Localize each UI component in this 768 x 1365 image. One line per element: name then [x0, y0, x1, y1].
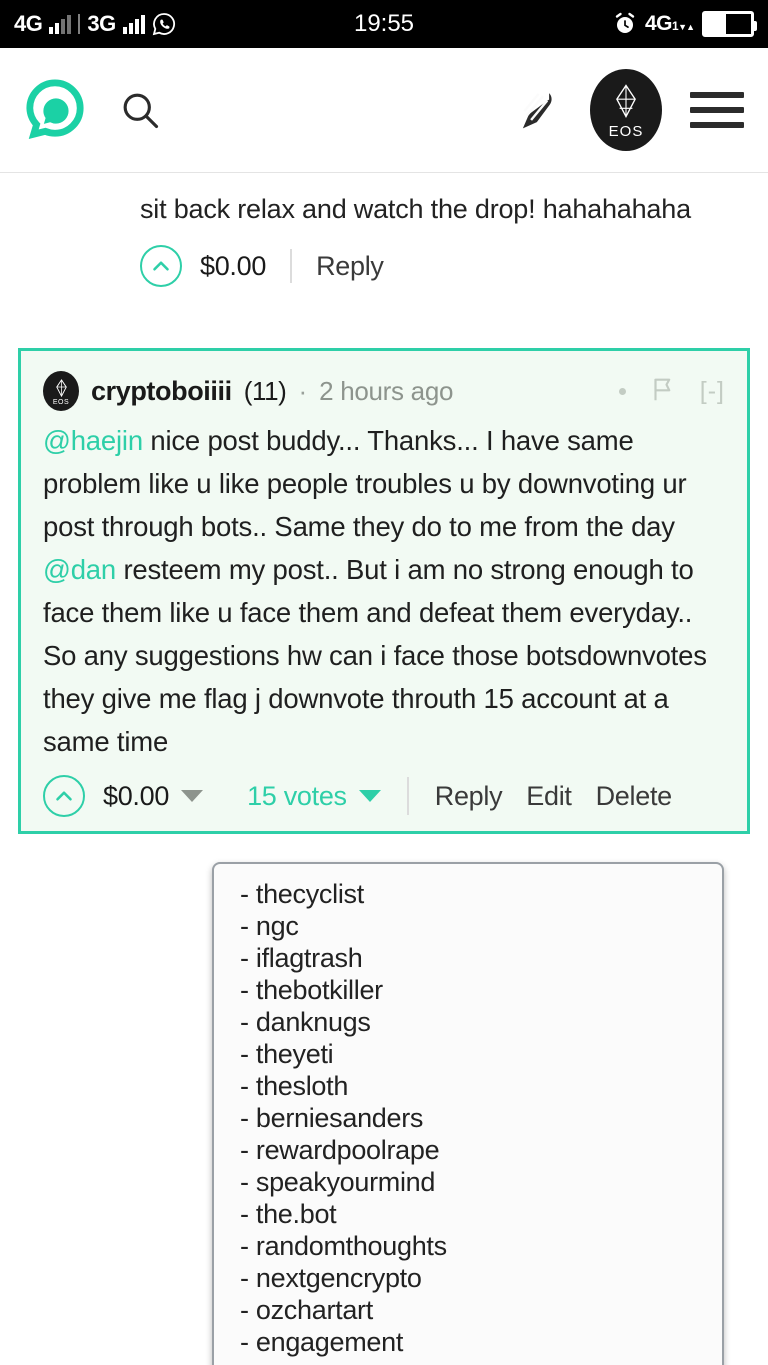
voter-list-item: - nextgencrypto	[240, 1263, 422, 1293]
comment-delete-button[interactable]: Delete	[596, 781, 673, 812]
voter-list-item: - speakyourmind	[240, 1167, 436, 1197]
upvote-arrow-icon[interactable]	[140, 245, 182, 288]
comment-timestamp[interactable]: 2 hours ago	[319, 376, 453, 407]
action-divider	[406, 777, 409, 815]
comment-author-name[interactable]: cryptoboiiii	[91, 376, 232, 407]
voter-list-item: - the.bot	[240, 1199, 337, 1229]
status-bar-right: 4G 1 ▼▲	[613, 11, 757, 37]
payout-dropdown[interactable]: $0.00	[85, 780, 204, 812]
bullet-dot-icon	[618, 387, 626, 395]
comment-card: EOS cryptoboiiii (11) · 2 hours ago [-] …	[18, 348, 750, 834]
previous-comment: sit back relax and watch the drop! hahah…	[0, 173, 768, 288]
status-bar: 4G 3G 19:55 4G 1 ▼▲	[0, 0, 768, 48]
voter-list-item: - berniesanders	[240, 1103, 424, 1133]
voter-list-item: - ozchartart	[240, 1295, 373, 1325]
voter-list-item: - rewardpoolrape	[240, 1135, 440, 1165]
avatar[interactable]: EOS	[590, 69, 662, 151]
collapse-toggle[interactable]: [-]	[700, 377, 725, 406]
comment-edit-button[interactable]: Edit	[526, 781, 572, 812]
voter-list-item: - iflagtrash	[240, 943, 363, 973]
previous-comment-actions: $0.00 Reply	[140, 245, 744, 288]
battery-icon	[702, 11, 757, 37]
action-divider	[290, 249, 293, 284]
mention-link-dan[interactable]: @dan	[43, 554, 116, 585]
header-separator: ·	[298, 375, 308, 406]
signal-bars-1-icon	[49, 14, 72, 34]
chevron-down-icon	[181, 790, 204, 802]
data-transfer-icon: ▼▲	[678, 22, 695, 32]
pencil-icon[interactable]	[514, 86, 562, 134]
previous-comment-body: sit back relax and watch the drop! hahah…	[140, 194, 691, 224]
comment-author-avatar[interactable]: EOS	[43, 371, 79, 411]
previous-comment-reply-button[interactable]: Reply	[316, 251, 384, 282]
signal-bars-2-icon	[122, 14, 145, 34]
voter-list-item: - randomthoughts	[240, 1231, 447, 1261]
comment-body: @haejin nice post buddy... Thanks... I h…	[43, 419, 725, 763]
chevron-down-icon	[358, 790, 381, 802]
app-header-actions: EOS	[514, 69, 744, 151]
comment-avatar-label: EOS	[52, 398, 70, 406]
voter-list-item: - engagement	[240, 1327, 404, 1357]
steemit-logo-icon[interactable]	[24, 79, 86, 141]
voter-list-item: - thesloth	[240, 1071, 349, 1101]
search-icon[interactable]	[116, 86, 164, 134]
comment-reply-button[interactable]: Reply	[435, 781, 503, 812]
comment-payout: $0.00	[103, 780, 170, 811]
comment-header-actions: [-]	[618, 374, 725, 409]
voter-list-item: - theyeti	[240, 1039, 334, 1069]
voters-tooltip: - thecyclist - ngc - iflagtrash - thebotkil…	[212, 862, 724, 1365]
comment-actions: $0.00 15 votes Reply Edit Delete	[43, 775, 725, 817]
network-type-2: 3G	[87, 11, 116, 36]
upvote-arrow-icon[interactable]	[43, 775, 85, 817]
comment-votes-count: 15 votes	[247, 780, 347, 811]
whatsapp-icon	[152, 12, 176, 36]
comment-header: EOS cryptoboiiii (11) · 2 hours ago [-]	[43, 371, 725, 411]
votes-dropdown[interactable]: 15 votes	[247, 781, 381, 812]
previous-comment-payout[interactable]: $0.00	[200, 251, 266, 282]
hamburger-icon[interactable]	[690, 92, 744, 128]
comment-text-part-2: resteem my post.. But i am no strong eno…	[43, 554, 707, 757]
voter-list-item: - danknugs	[240, 1007, 371, 1037]
comment-reply-actions: Reply Edit Delete	[435, 781, 672, 812]
network-type-right: 4G 1 ▼▲	[644, 12, 695, 35]
app-screen: 4G 3G 19:55 4G 1 ▼▲ EOS sit back relax a…	[0, 0, 768, 1365]
mention-link-haejin[interactable]: @haejin	[43, 425, 143, 456]
status-bar-left: 4G 3G	[14, 11, 176, 37]
comment-author-reputation: (11)	[243, 375, 287, 406]
voter-list-item: - thebotkiller	[240, 975, 383, 1005]
voter-list-item: - thecyclist	[240, 879, 364, 909]
flag-icon[interactable]	[648, 374, 678, 409]
app-header: EOS	[0, 48, 768, 173]
voter-list-item: - ngc	[240, 911, 299, 941]
alarm-icon	[613, 12, 637, 36]
network-type-1: 4G	[14, 11, 43, 36]
avatar-label: EOS	[608, 123, 644, 140]
status-divider	[78, 14, 81, 34]
